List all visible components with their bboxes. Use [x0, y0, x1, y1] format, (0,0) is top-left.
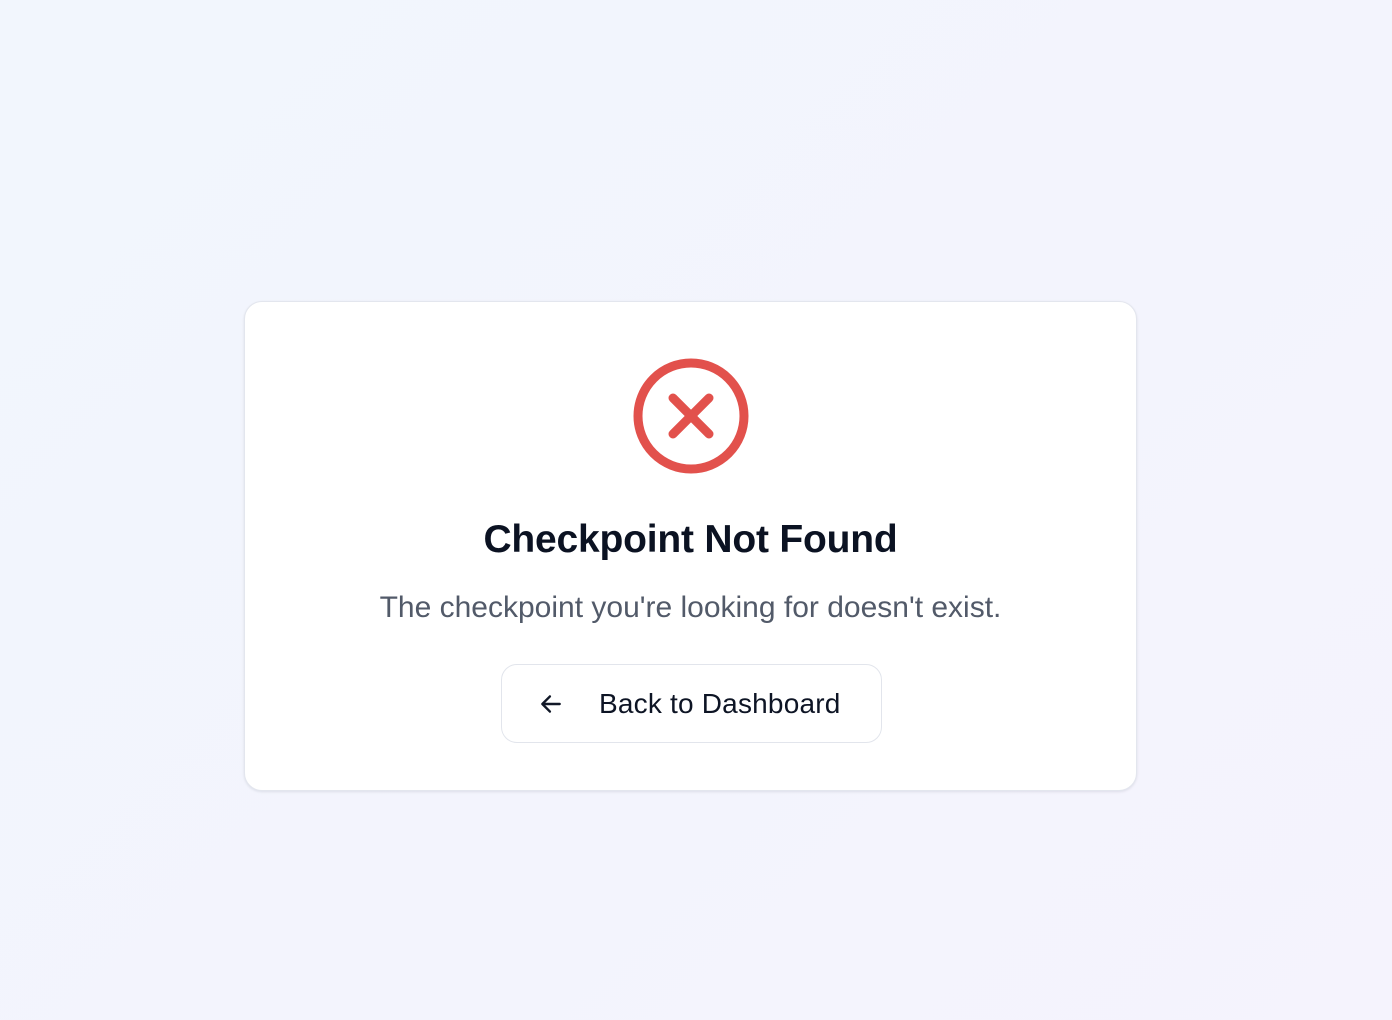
x-circle-icon	[633, 358, 749, 474]
error-card: Checkpoint Not Found The checkpoint you'…	[244, 301, 1137, 791]
back-to-dashboard-button[interactable]: Back to Dashboard	[501, 664, 882, 743]
error-message: The checkpoint you're looking for doesn'…	[379, 591, 1002, 624]
arrow-left-icon	[541, 694, 561, 713]
back-button-label: Back to Dashboard	[599, 687, 841, 719]
page-title: Checkpoint Not Found	[483, 518, 898, 561]
